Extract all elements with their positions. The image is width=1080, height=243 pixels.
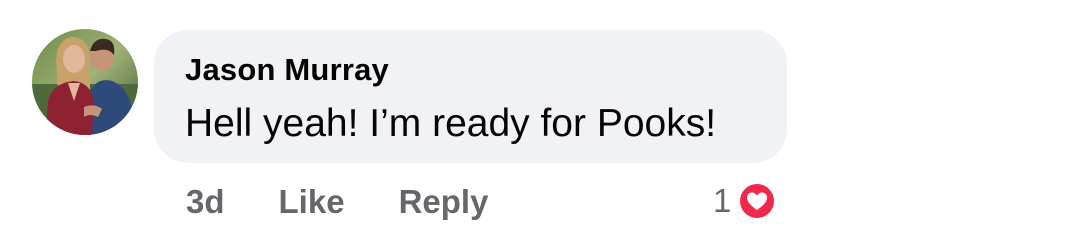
- comment-timestamp[interactable]: 3d: [186, 183, 225, 221]
- avatar-photo: [32, 29, 138, 135]
- like-button[interactable]: Like: [279, 183, 345, 221]
- heart-reaction-icon: [737, 181, 778, 221]
- comment-actions: 3d Like Reply: [186, 180, 488, 224]
- reaction-summary[interactable]: 1: [713, 179, 778, 223]
- comment-item: Jason Murray Hell yeah! I’m ready for Po…: [0, 0, 1080, 243]
- avatar[interactable]: [32, 29, 138, 135]
- comment-bubble: Jason Murray Hell yeah! I’m ready for Po…: [154, 30, 787, 163]
- comment-text: Hell yeah! I’m ready for Pooks!: [185, 102, 717, 145]
- reaction-count: 1: [713, 182, 732, 219]
- comment-author-name[interactable]: Jason Murray: [185, 52, 389, 88]
- reply-button[interactable]: Reply: [399, 183, 489, 221]
